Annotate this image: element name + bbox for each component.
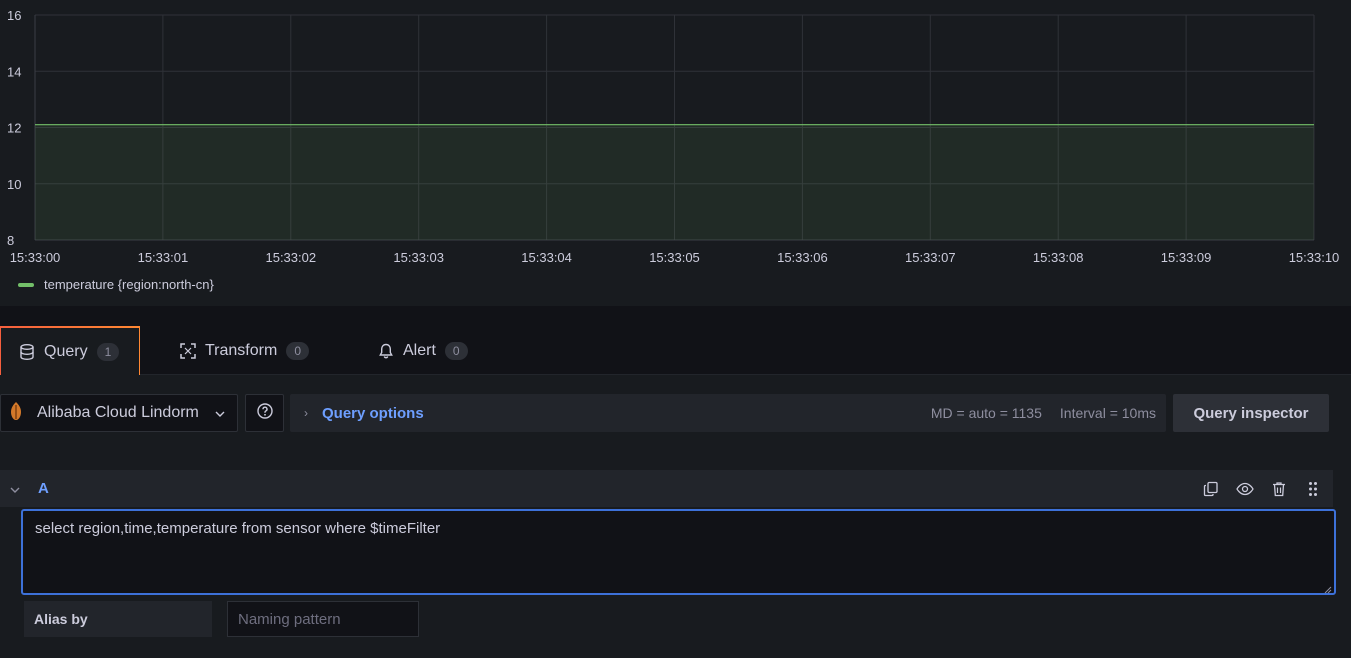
alias-by-label: Alias by [24,601,212,637]
query-ref-id[interactable]: A [38,480,49,497]
query-options-title: Query options [322,404,424,422]
graph-panel: 8 10 12 14 16 15:33:00 15:33:01 15:33:02 15:33:0… [0,0,1351,306]
query-options-info: MD = auto = 1135 Interval = 10ms [931,405,1156,421]
resize-handle-icon[interactable] [1322,581,1332,594]
y-tick-label: 10 [7,177,21,192]
lindorm-icon [9,401,23,426]
x-tick-label: 15:33:04 [521,250,572,265]
tab-alert-label: Alert [403,341,436,359]
alias-input[interactable] [227,601,419,637]
x-tick-label: 15:33:09 [1161,250,1212,265]
legend-label: temperature {region:north-cn} [44,277,214,292]
database-icon [19,343,35,360]
transform-icon [180,342,196,359]
query-row-header[interactable]: A [0,470,1333,507]
y-tick-label: 16 [7,8,21,23]
x-tick-label: 15:33:08 [1033,250,1084,265]
eye-icon[interactable] [1235,479,1255,499]
chevron-down-icon[interactable] [10,482,20,496]
x-tick-label: 15:33:00 [10,250,61,265]
max-data-points-info: MD = auto = 1135 [930,405,1042,421]
x-tick-label: 15:33:03 [393,250,444,265]
x-tick-label: 15:33:05 [649,250,700,265]
tab-transform-label: Transform [205,341,278,359]
bell-icon [378,343,394,359]
chevron-down-icon [215,404,225,422]
series-area [35,124,1314,240]
x-tick-label: 15:33:06 [777,250,828,265]
tab-query-count: 1 [96,342,120,361]
y-tick-label: 12 [7,121,21,136]
tab-query-label: Query [44,342,88,360]
interval-info: Interval = 10ms [1059,405,1156,421]
x-tick-label: 15:33:10 [1289,250,1340,265]
time-series-chart: 8 10 12 14 16 15:33:00 15:33:01 15:33:02 15:33:0… [7,8,1340,265]
tab-query[interactable]: Query 1 [0,326,140,375]
datasource-name: Alibaba Cloud Lindorm [37,404,199,421]
sql-query-editor[interactable]: select region,time,temperature from sens… [21,509,1336,595]
duplicate-query-icon[interactable] [1201,479,1221,499]
chevron-right-icon: › [304,406,308,420]
legend-swatch [18,282,34,287]
tab-alert[interactable]: Alert 0 [360,326,486,375]
query-row-actions [1201,470,1323,507]
y-tick-label: 14 [7,64,21,79]
sql-query-text: select region,time,temperature from sens… [35,520,441,537]
query-options-toggle[interactable]: › Query options MD = auto = 1135 Interva… [290,394,1166,432]
x-tick-label: 15:33:07 [905,250,956,265]
query-inspector-button[interactable]: Query inspector [1173,394,1329,432]
trash-icon[interactable] [1269,479,1289,499]
drag-handle-icon[interactable] [1303,479,1323,499]
y-tick-label: 8 [7,233,14,248]
tab-alert-count: 0 [444,341,468,360]
chart-legend[interactable]: temperature {region:north-cn} [18,277,214,292]
question-circle-icon [256,402,273,424]
query-editor-area: Alibaba Cloud Lindorm › Query options MD… [0,375,1351,658]
datasource-help-button[interactable] [245,394,284,432]
datasource-picker[interactable]: Alibaba Cloud Lindorm [0,394,238,432]
tab-transform-count: 0 [286,341,309,360]
x-tick-label: 15:33:01 [138,250,189,265]
editor-tabs: Query 1 Transform 0 Alert 0 [0,322,1351,375]
tab-transform[interactable]: Transform 0 [162,326,327,375]
x-tick-label: 15:33:02 [265,250,316,265]
